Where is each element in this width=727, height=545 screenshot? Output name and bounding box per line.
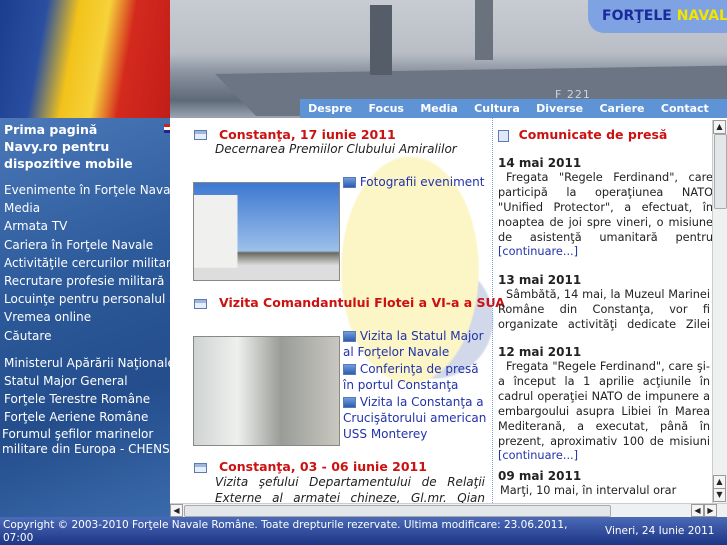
sidebar-item[interactable]: Activităţile cercurilor militare — [0, 254, 170, 272]
horizontal-scrollbar[interactable]: ◀ ◀ ▶ — [170, 503, 727, 517]
sidebar-item[interactable]: Armata TV — [0, 217, 170, 235]
sidebar-item[interactable]: Căutare — [0, 327, 170, 345]
photo-icon — [343, 331, 356, 342]
photo-icon — [343, 177, 356, 188]
article-icon — [194, 299, 207, 309]
press-date: 09 mai 2011 — [498, 469, 582, 483]
scroll-thumb[interactable] — [184, 505, 611, 517]
press-date: 14 mai 2011 — [498, 156, 582, 170]
news-link[interactable]: Vizita la Constanţa a Crucişătorului ame… — [343, 394, 491, 442]
ship-mast — [475, 0, 493, 60]
sidebar: Prima pagină Navy.ro pentru dispozitive … — [0, 118, 170, 517]
news-title[interactable]: Constanţa, 17 iunie 2011 — [219, 127, 396, 142]
news-column: Constanţa, 17 iunie 2011 Decernarea Prem… — [170, 118, 505, 503]
nav-focus[interactable]: Focus — [368, 102, 404, 115]
current-date: Vineri, 24 Iunie 2011 — [605, 525, 715, 537]
site-logo[interactable]: FORŢELE NAVALE — [588, 0, 727, 33]
sidebar-link[interactable]: Forţele Terestre Române — [0, 390, 170, 408]
romanian-flag-banner — [0, 0, 170, 118]
press-text: Fregata "Regele Ferdinand", care şi-a în… — [498, 360, 710, 448]
nav-diverse[interactable]: Diverse — [536, 102, 583, 115]
main-content: Constanţa, 17 iunie 2011 Decernarea Prem… — [170, 118, 727, 503]
sidebar-item[interactable]: Cariera în Forţele Navale — [0, 236, 170, 254]
nav-cultura[interactable]: Cultura — [474, 102, 520, 115]
vertical-scrollbar[interactable]: ▲ ▲ ▼ — [712, 120, 727, 503]
sidebar-item[interactable]: Evenimente în Forţele Navale — [0, 181, 170, 199]
nav-contact[interactable]: Contact — [661, 102, 709, 115]
news-photo[interactable] — [193, 182, 340, 281]
sidebar-item[interactable]: Recrutare profesie militară — [0, 272, 170, 290]
news-photo[interactable] — [193, 336, 340, 446]
nav-cariere[interactable]: Cariere — [599, 102, 644, 115]
continue-link[interactable]: [continuare...] — [498, 245, 713, 258]
news-subtitle: Decernarea Premiilor Clubului Amiralilor — [215, 142, 457, 156]
news-title[interactable]: Vizita Comandantului Flotei a VI-a a SUA — [219, 295, 505, 310]
sidebar-link[interactable]: Statul Major General — [0, 372, 170, 390]
sidebar-home[interactable]: Prima pagină — [0, 121, 170, 138]
continue-link[interactable]: [continuare...] — [498, 449, 710, 462]
scroll-up-icon[interactable]: ▲ — [713, 475, 726, 489]
news-link[interactable]: Vizita la Statul Major al Forţelor Naval… — [343, 328, 491, 360]
scroll-thumb[interactable] — [714, 134, 727, 209]
press-date: 12 mai 2011 — [498, 345, 582, 359]
news-subtitle: Vizita şefului Departamentului de Relaţi… — [215, 475, 485, 503]
sidebar-link[interactable]: Forumul şefilor marinelor militare din E… — [0, 427, 170, 457]
documents-icon — [498, 130, 509, 142]
sidebar-item[interactable]: Media — [0, 199, 170, 217]
sidebar-item[interactable]: Locuinţe pentru personalul armatei — [0, 290, 170, 308]
nav-media[interactable]: Media — [420, 102, 457, 115]
news-title[interactable]: Constanţa, 03 - 06 iunie 2011 — [219, 459, 427, 474]
nav-despre[interactable]: Despre — [308, 102, 352, 115]
scroll-down-icon[interactable]: ▼ — [713, 488, 726, 502]
footer: Copyright © 2003-2010 Forţele Navale Rom… — [0, 517, 727, 545]
scroll-left-icon[interactable]: ◀ — [170, 504, 183, 517]
press-text: Marţi, 10 mai, în intervalul orar — [500, 484, 677, 497]
top-nav: Despre Focus Media Cultura Diverse Carie… — [300, 99, 727, 118]
news-link[interactable]: Fotografii eveniment — [343, 174, 491, 190]
article-icon — [194, 463, 207, 473]
press-date: 13 mai 2011 — [498, 273, 582, 287]
press-title[interactable]: Comunicate de presă — [519, 127, 668, 142]
scroll-up-icon[interactable]: ▲ — [713, 120, 726, 134]
sidebar-link[interactable]: Forţele Aeriene Române — [0, 408, 170, 426]
news-link[interactable]: Conferinţa de presă în portul Constanţa — [343, 361, 491, 393]
sidebar-link[interactable]: Ministerul Apărării Naţionale — [0, 354, 170, 372]
ship-mast — [370, 5, 392, 75]
article-icon — [194, 130, 207, 140]
press-text: Sâmbătă, 14 mai, la Muzeul Marinei Român… — [498, 288, 710, 331]
photo-icon — [343, 397, 356, 408]
sidebar-mobile[interactable]: Navy.ro pentru dispozitive mobile — [0, 138, 170, 172]
press-text: Fregata "Regele Ferdinand", care partici… — [498, 171, 713, 244]
press-column: Comunicate de presă 14 mai 2011 Fregata … — [492, 118, 713, 503]
copyright: Copyright © 2003-2010 Forţele Navale Rom… — [3, 519, 568, 544]
sidebar-item[interactable]: Vremea online — [0, 308, 170, 326]
photo-icon — [343, 364, 356, 375]
scroll-right-icon[interactable]: ▶ — [704, 504, 717, 517]
scroll-left-icon[interactable]: ◀ — [691, 504, 704, 517]
